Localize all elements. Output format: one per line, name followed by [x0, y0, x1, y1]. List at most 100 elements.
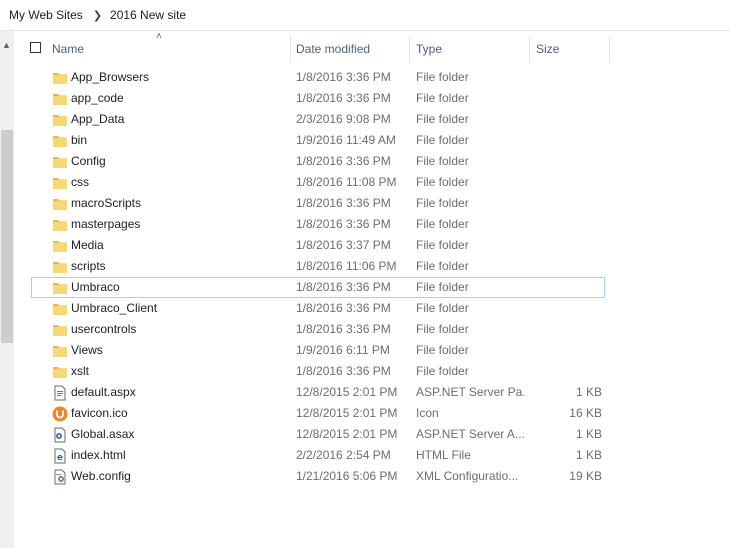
- chevron-right-icon[interactable]: ❯: [93, 9, 102, 22]
- breadcrumb-item-current[interactable]: 2016 New site: [110, 8, 186, 22]
- file-date-modified: 1/8/2016 3:36 PM: [296, 280, 391, 294]
- file-date-modified: 1/21/2016 5:06 PM: [296, 469, 398, 483]
- file-name: Umbraco: [71, 280, 120, 294]
- column-header-row: ˄ Name Date modified Type Size: [14, 31, 730, 65]
- folder-icon: [52, 154, 68, 170]
- file-row[interactable]: scripts 1/8/2016 11:06 PM File folder: [31, 256, 605, 277]
- column-header-size[interactable]: Size: [530, 34, 609, 65]
- file-date-modified: 1/8/2016 3:36 PM: [296, 364, 391, 378]
- file-row[interactable]: Views 1/9/2016 6:11 PM File folder: [31, 340, 605, 361]
- umbraco-icon: [52, 406, 68, 422]
- file-type: File folder: [416, 343, 469, 357]
- column-divider[interactable]: [609, 36, 610, 63]
- file-date-modified: 12/8/2015 2:01 PM: [296, 385, 398, 399]
- file-row[interactable]: xslt 1/8/2016 3:36 PM File folder: [31, 361, 605, 382]
- file-type: File folder: [416, 70, 469, 84]
- folder-icon: [52, 238, 68, 254]
- file-row[interactable]: App_Data 2/3/2016 9:08 PM File folder: [31, 109, 605, 130]
- file-date-modified: 1/8/2016 3:37 PM: [296, 238, 391, 252]
- file-date-modified: 1/8/2016 3:36 PM: [296, 91, 391, 105]
- file-type: File folder: [416, 154, 469, 168]
- scroll-up-arrow-icon[interactable]: ▲: [2, 40, 11, 50]
- file-name: Umbraco_Client: [71, 301, 158, 315]
- folder-icon: [52, 133, 68, 149]
- file-date-modified: 1/8/2016 3:36 PM: [296, 70, 391, 84]
- column-header-date-modified[interactable]: Date modified: [290, 34, 409, 65]
- file-name: scripts: [71, 259, 106, 273]
- file-type: Icon: [416, 406, 439, 420]
- file-size: [530, 194, 602, 213]
- file-size: [530, 89, 602, 108]
- file-type: File folder: [416, 301, 469, 315]
- folder-icon: [52, 70, 68, 86]
- file-row[interactable]: app_code 1/8/2016 3:36 PM File folder: [31, 88, 605, 109]
- file-row[interactable]: masterpages 1/8/2016 3:36 PM File folder: [31, 214, 605, 235]
- file-date-modified: 1/8/2016 3:36 PM: [296, 301, 391, 315]
- breadcrumb-item-my-web-sites[interactable]: My Web Sites: [9, 8, 83, 22]
- file-size: [530, 362, 602, 381]
- file-row[interactable]: favicon.ico 12/8/2015 2:01 PM Icon 16 KB: [31, 403, 605, 424]
- file-date-modified: 2/3/2016 9:08 PM: [296, 112, 391, 126]
- file-date-modified: 1/9/2016 6:11 PM: [296, 343, 390, 357]
- file-date-modified: 1/9/2016 11:49 AM: [296, 133, 396, 147]
- file-name: macroScripts: [71, 196, 142, 210]
- scrollbar-thumb[interactable]: [1, 130, 13, 343]
- file-name: Web.config: [71, 469, 131, 483]
- file-date-modified: 1/8/2016 11:08 PM: [296, 175, 397, 189]
- file-name: Media: [71, 238, 104, 252]
- file-date-modified: 1/8/2016 3:36 PM: [296, 196, 391, 210]
- html-file-icon: e: [52, 448, 68, 464]
- file-row[interactable]: default.aspx 12/8/2015 2:01 PM ASP.NET Ser…: [31, 382, 605, 403]
- file-size: 16 KB: [569, 406, 602, 420]
- file-row[interactable]: Web.config 1/21/2016 5:06 PM XML Configura…: [31, 466, 605, 487]
- file-date-modified: 12/8/2015 2:01 PM: [296, 406, 398, 420]
- file-type: XML Configuratio...: [416, 469, 519, 483]
- file-row[interactable]: css 1/8/2016 11:08 PM File folder: [31, 172, 605, 193]
- aspx-file-icon: [52, 385, 68, 401]
- column-header-type[interactable]: Type: [410, 34, 529, 65]
- folder-icon: [52, 259, 68, 275]
- folder-icon: [52, 280, 68, 296]
- file-size: [530, 131, 602, 150]
- folder-icon: [52, 175, 68, 191]
- file-type: File folder: [416, 364, 469, 378]
- file-size: [530, 215, 602, 234]
- file-size: 1 KB: [575, 427, 602, 441]
- folder-icon: [52, 217, 68, 233]
- folder-icon: [52, 343, 68, 359]
- file-row[interactable]: bin 1/9/2016 11:49 AM File folder: [31, 130, 605, 151]
- file-row[interactable]: Media 1/8/2016 3:37 PM File folder: [31, 235, 605, 256]
- file-size: [530, 236, 602, 255]
- vertical-scrollbar[interactable]: ▲: [0, 31, 14, 548]
- file-name: App_Data: [71, 112, 125, 126]
- file-row[interactable]: Umbraco_Client 1/8/2016 3:36 PM File folde…: [31, 298, 605, 319]
- file-row[interactable]: macroScripts 1/8/2016 3:36 PM File folder: [31, 193, 605, 214]
- folder-icon: [52, 322, 68, 338]
- file-size: [530, 110, 602, 129]
- file-row[interactable]: App_Browsers 1/8/2016 3:36 PM File folder: [31, 67, 605, 88]
- file-name: xslt: [71, 364, 89, 378]
- file-row[interactable]: Global.asax 12/8/2015 2:01 PM ASP.NET Serv…: [31, 424, 605, 445]
- file-type: File folder: [416, 133, 469, 147]
- file-size: [530, 341, 602, 360]
- file-type: File folder: [416, 217, 469, 231]
- file-date-modified: 1/8/2016 3:36 PM: [296, 322, 391, 336]
- file-name: bin: [71, 133, 88, 147]
- folder-icon: [52, 91, 68, 107]
- file-date-modified: 1/8/2016 11:06 PM: [296, 259, 397, 273]
- file-row[interactable]: usercontrols 1/8/2016 3:36 PM File folder: [31, 319, 605, 340]
- file-size: [530, 152, 602, 171]
- file-row[interactable]: e index.html 2/2/2016 2:54 PM HTML File 1 KB: [31, 445, 605, 466]
- file-size: 1 KB: [575, 385, 602, 399]
- column-header-name[interactable]: Name: [46, 34, 290, 65]
- file-date-modified: 1/8/2016 3:36 PM: [296, 154, 391, 168]
- file-name: Views: [71, 343, 103, 357]
- file-size: [530, 173, 602, 192]
- file-type: File folder: [416, 238, 469, 252]
- select-all-checkbox[interactable]: [30, 42, 41, 53]
- file-size: [530, 299, 602, 318]
- file-row[interactable]: Config 1/8/2016 3:36 PM File folder: [31, 151, 605, 172]
- file-row[interactable]: Umbraco 1/8/2016 3:36 PM File folder: [31, 277, 605, 298]
- file-size: 1 KB: [575, 448, 602, 462]
- file-name: favicon.ico: [71, 406, 128, 420]
